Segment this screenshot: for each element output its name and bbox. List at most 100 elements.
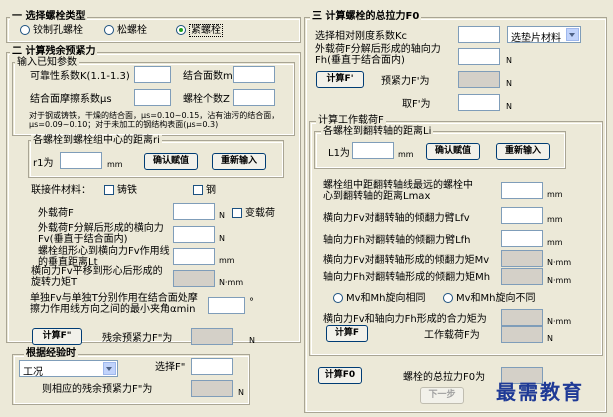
reliability-input[interactable] (134, 66, 171, 83)
resultant-unit: N·mm (547, 317, 572, 326)
fv-label: 外载荷F分解后形成的横向力Fv(垂直于结合面内) (38, 223, 164, 245)
material-label: 联接件材料： (31, 185, 91, 196)
take-preload-input[interactable] (458, 94, 500, 111)
lfh-label: 轴向力Fh对翻转轴的倾翻力臂Lfh (323, 235, 471, 246)
radio-reamed-bolt-label: 铰制孔螺栓 (33, 25, 83, 36)
ri-reinput-button[interactable]: 重新输入 (212, 153, 266, 170)
lfv-input[interactable] (501, 207, 543, 224)
total-tension-label: 螺栓的总拉力F0为 (403, 372, 486, 383)
chevron-down-icon[interactable] (566, 28, 579, 41)
torque-unit: N·mm (219, 278, 244, 287)
resultant-output (501, 309, 543, 326)
mh-label: 轴向力Fh对翻转轴形成的倾翻力矩Mh (323, 272, 491, 283)
mh-unit: N·mm (547, 276, 572, 285)
lfv-unit: mm (547, 215, 563, 224)
radio-loose-bolt-label: 松螺栓 (117, 25, 147, 36)
mv-unit: N·mm (547, 258, 572, 267)
condition-select[interactable]: 工况 (19, 360, 118, 378)
steel-checkbox[interactable] (193, 185, 203, 195)
bolt-count-label: 螺栓个数Z (183, 94, 230, 105)
known-params-title: 输入已知参数 (15, 57, 79, 68)
select-f-label: 选择F" (155, 362, 186, 373)
stiffness-select[interactable]: 选垫片材料 (507, 26, 581, 44)
take-preload-unit: N (506, 102, 512, 111)
mv-output (501, 250, 543, 267)
watermark-text: 最需教育 (496, 380, 584, 404)
mv-label: 横向力Fv对翻转轴形成的倾翻力矩Mv (323, 255, 490, 266)
working-load-title: 计算工作载荷F (316, 115, 386, 126)
angle-unit: ° (249, 297, 254, 308)
chevron-down-icon[interactable] (103, 362, 116, 375)
bolt-type-group-title: 一 选择螺栓类型 (10, 11, 88, 22)
bolt-count-input[interactable] (233, 89, 275, 106)
radio-loose-bolt[interactable] (104, 25, 114, 35)
empirical-result-output (191, 380, 233, 397)
radio-reamed-bolt[interactable] (20, 25, 30, 35)
empirical-result-label: 则相应的残余预紧力F"为 (42, 384, 153, 395)
lfh-unit: mm (547, 238, 563, 247)
variable-load-checkbox[interactable] (232, 208, 242, 218)
steel-label: 钢 (206, 185, 216, 196)
angle-input[interactable] (208, 297, 245, 314)
radio-tight-bolt[interactable] (176, 25, 186, 35)
resultant-label: 横向力Fv和轴向力Fh形成的合力矩为 (323, 314, 487, 325)
lt-label: 螺栓组形心到横向力Fv作用线的垂直距离Lt (38, 246, 170, 268)
joint-count-input[interactable] (233, 66, 275, 83)
reliability-label: 可靠性系数K(1.1-1.3) (30, 71, 130, 82)
external-load-input[interactable] (173, 203, 215, 220)
torque-label: 横向力Fv平移到形心后形成的旋转力矩T (31, 266, 163, 288)
residual-label: 残余预紧力F"为 (102, 333, 173, 344)
fh-unit: N (506, 56, 512, 65)
angle-label: 单独Fv与单独T分别作用在结合面处摩擦力作用线方向之间的最小夹角αmin (30, 293, 198, 315)
radio-tight-bolt-label: 紧螺栓 (189, 24, 223, 37)
radio-same-direction[interactable] (333, 293, 343, 303)
calc-work-load-button[interactable]: 计算F (326, 325, 368, 342)
lmax-unit: mm (547, 190, 563, 199)
mh-output (501, 268, 543, 285)
fh-input[interactable] (458, 48, 500, 65)
l1-unit: mm (398, 150, 414, 159)
calc-total-tension-button[interactable]: 计算F0 (318, 367, 362, 384)
torque-output (173, 270, 215, 287)
fv-input[interactable] (173, 226, 215, 243)
select-f-input[interactable] (191, 358, 233, 375)
preload-unit: N (506, 79, 512, 88)
friction-input[interactable] (134, 89, 171, 106)
empirical-result-unit: N (238, 388, 244, 397)
radio-same-direction-label: Mv和Mh旋向相同 (346, 293, 426, 304)
calc-residual-button[interactable]: 计算F" (32, 328, 82, 345)
lfh-input[interactable] (501, 230, 543, 247)
fh-label: 外载荷F分解后形成的轴向力Fh(垂直于结合面内) (315, 44, 441, 66)
stiffness-select-value: 选垫片材料 (511, 33, 561, 44)
preload-label: 预紧力F'为 (381, 76, 430, 87)
next-step-button[interactable]: 下一步 (420, 387, 464, 404)
ri-group-title: 各螺栓到螺栓组中心的距离ri (31, 135, 162, 146)
joint-count-label: 结合面数m (183, 71, 233, 82)
condition-select-value: 工况 (23, 367, 43, 378)
lmax-label: 螺栓组中距翻转轴线最远的螺栓中心到翻转轴的距离Lmax (323, 180, 473, 202)
r1-input[interactable] (60, 152, 102, 169)
empirical-group-title: 根据经验时 (24, 348, 78, 359)
friction-note: 对于钢或铸铁，干燥的结合面，μs=0.10~0.15，沾有油污的结合面，μs=0… (29, 111, 280, 129)
stiffness-input[interactable] (458, 26, 500, 43)
fv-unit: N (219, 234, 225, 243)
l1-input[interactable] (352, 142, 394, 159)
ri-confirm-button[interactable]: 确认赋值 (144, 153, 198, 170)
radio-diff-direction-label: Mv和Mh旋向不同 (456, 293, 536, 304)
cast-iron-checkbox[interactable] (104, 185, 114, 195)
radio-diff-direction[interactable] (443, 293, 453, 303)
cast-iron-label: 铸铁 (117, 185, 137, 196)
l1-label: L1为 (328, 148, 350, 159)
r1-label: r1为 (33, 158, 54, 169)
li-reinput-button[interactable]: 重新输入 (496, 143, 550, 160)
calc-preload-button[interactable]: 计算F' (316, 71, 364, 88)
variable-load-label: 变载荷 (245, 208, 275, 219)
lt-unit: mm (219, 256, 235, 265)
lmax-input[interactable] (501, 182, 543, 199)
friction-label: 结合面摩擦系数μs (30, 94, 112, 105)
tension-group-title: 三 计算螺栓的总拉力F0 (310, 11, 422, 22)
li-confirm-button[interactable]: 确认赋值 (426, 143, 480, 160)
lt-input[interactable] (173, 248, 215, 265)
residual-output (191, 328, 233, 345)
lfv-label: 横向力Fv对翻转轴的倾翻力臂Lfv (323, 213, 470, 224)
